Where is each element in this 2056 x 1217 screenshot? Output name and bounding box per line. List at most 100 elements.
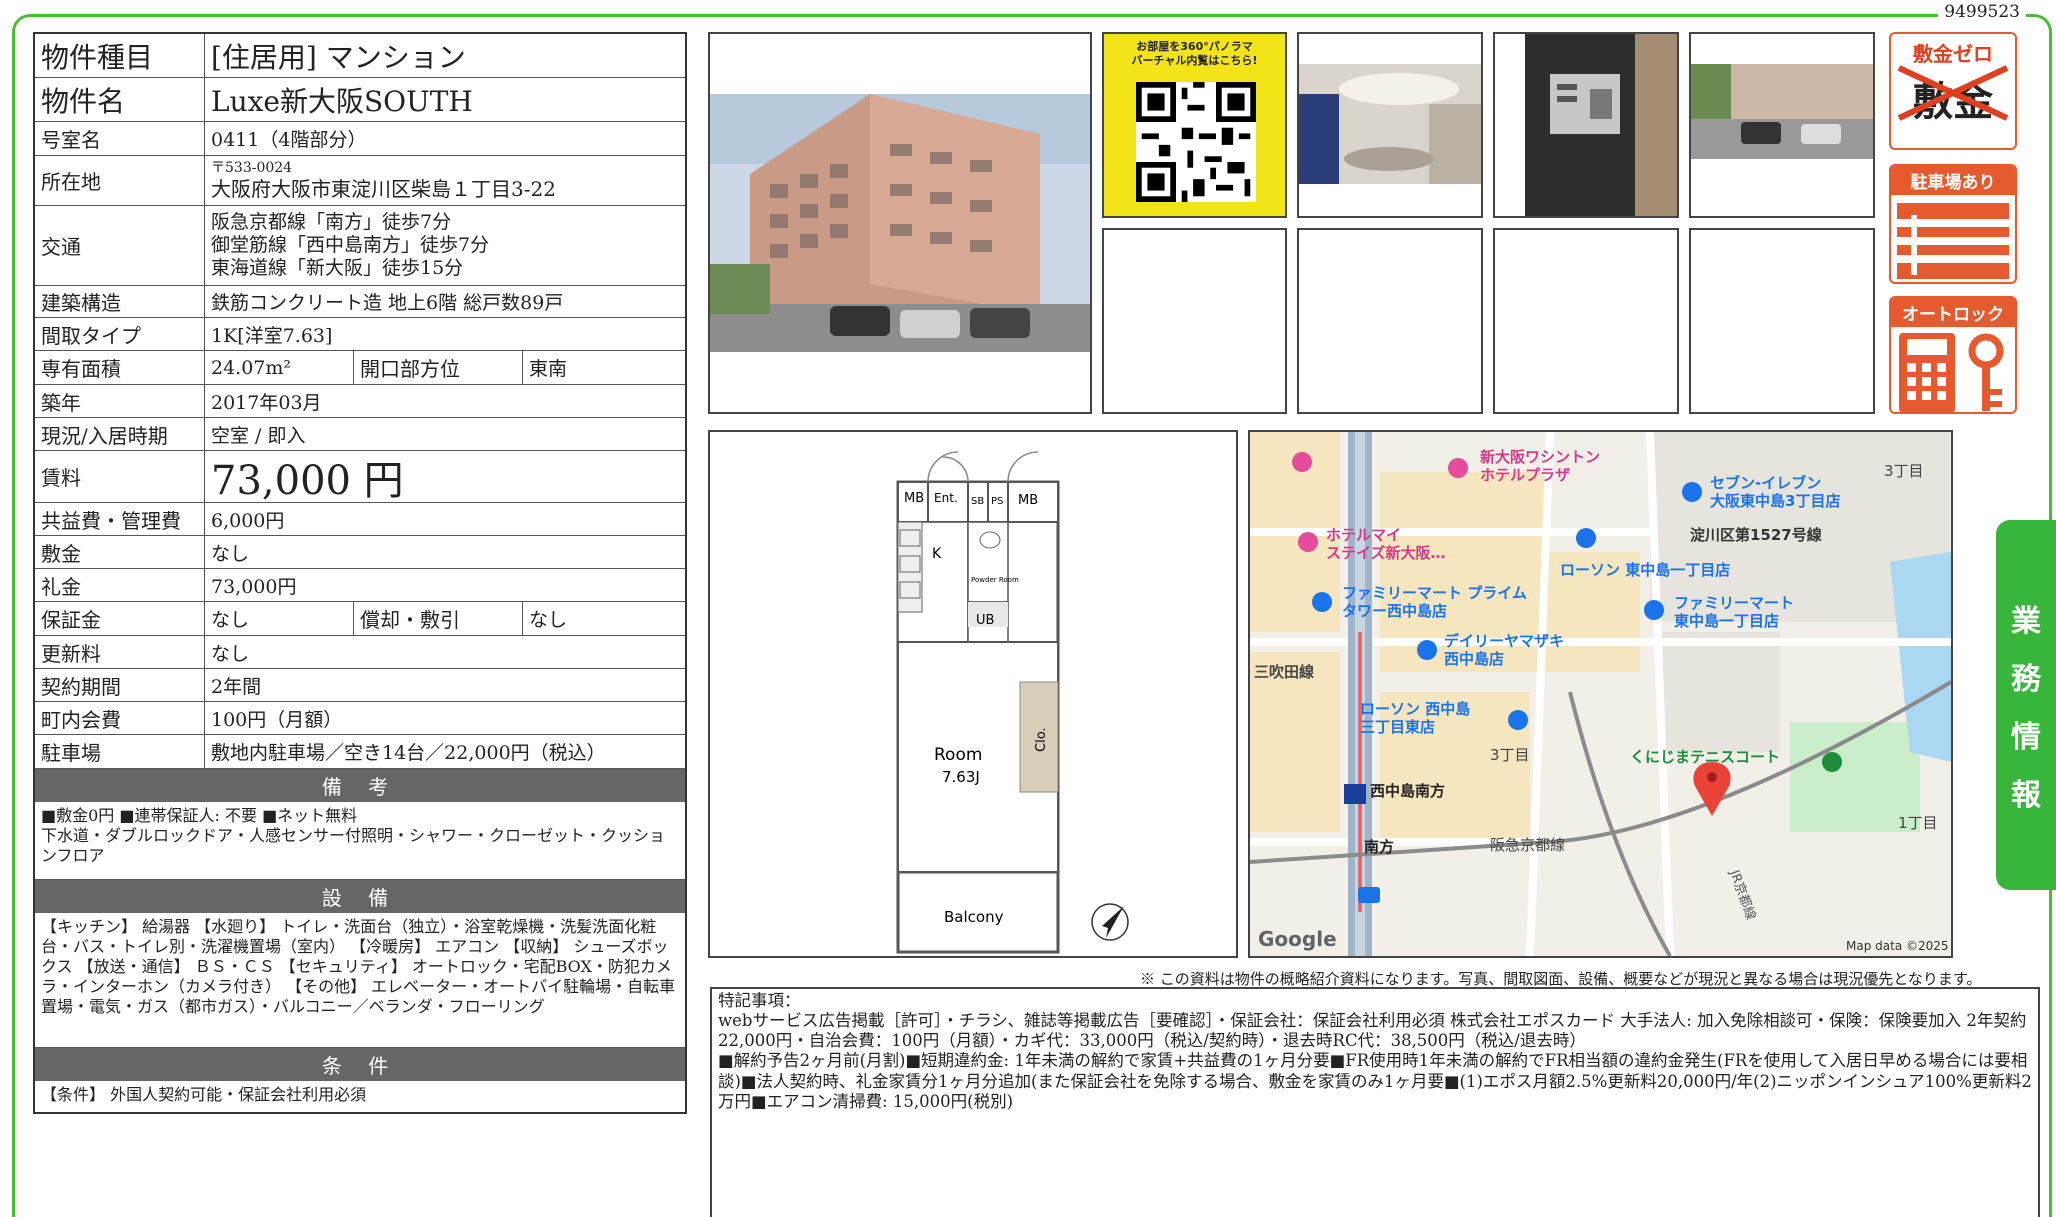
parking-illustration bbox=[1691, 64, 1873, 159]
special-notes-title: 特記事項： bbox=[718, 991, 801, 1010]
value-amortization: なし bbox=[529, 609, 568, 631]
value-name: Luxe新大阪SOUTH bbox=[211, 84, 473, 118]
map-label-hotel2b: ステイズ新大阪… bbox=[1326, 544, 1446, 562]
value-built: 2017年03月 bbox=[211, 391, 322, 414]
map-label-minamikata: 南方 bbox=[1364, 838, 1394, 856]
room-size-label: 7.63J bbox=[942, 768, 980, 786]
row-layout: 間取タイプ 1K[洋室7.63] bbox=[35, 318, 685, 351]
map-label-1chome: 1丁目 bbox=[1898, 814, 1938, 832]
equipment-text: 【キッチン】 給湯器 【水廻り】 トイレ・洗面台（独立）・浴室乾燥機・洗髪洗面化… bbox=[35, 913, 685, 1048]
label-guarantee: 保証金 bbox=[35, 602, 205, 635]
keypad-key-icon bbox=[1899, 333, 2004, 412]
floor-plan[interactable]: MB Ent. SB PS MB K Powder Room UB Clo. R… bbox=[708, 430, 1238, 958]
transport-line: 東海道線「新大阪」徒歩15分 bbox=[211, 256, 464, 279]
value-fee: 6,000円 bbox=[211, 509, 285, 532]
parking-badge-title: 駐車場あり bbox=[1891, 166, 2015, 195]
row-contract: 契約期間 2年間 bbox=[35, 669, 685, 702]
document-id: 9499523 bbox=[1938, 2, 2026, 22]
row-key-money: 礼金 73,000円 bbox=[35, 569, 685, 602]
equipment-heading: 設 備 bbox=[35, 880, 685, 913]
remarks-text: ■敷金0円 ■連帯保証人: 不要 ■ネット無料 下水道・ダブルロックドア・人感セ… bbox=[35, 802, 685, 880]
floor-plan-drawing: MB Ent. SB PS MB K Powder Room UB Clo. R… bbox=[896, 451, 1129, 954]
conditions-heading: 条 件 bbox=[35, 1048, 685, 1081]
exterior-photo[interactable] bbox=[708, 32, 1092, 414]
deposit-crossed-label: 敷金 bbox=[1891, 65, 2015, 127]
parking-available-badge: 駐車場あり bbox=[1889, 164, 2017, 284]
map-label-lawson2b: 三丁目東店 bbox=[1360, 718, 1435, 736]
row-structure: 建築構造 鉄筋コンクリート造 地上6階 総戸数89戸 bbox=[35, 286, 685, 318]
label-area: 専有面積 bbox=[35, 351, 205, 384]
row-type: 物件種目 [住居用] マンション bbox=[35, 34, 685, 78]
transport-line: 阪急京都線「南方」徒歩7分 bbox=[211, 211, 452, 234]
value-layout: 1K[洋室7.63] bbox=[211, 324, 333, 347]
value-rent: 73,000 円 bbox=[211, 457, 404, 504]
row-deposit: 敷金 なし bbox=[35, 536, 685, 569]
value-deposit: なし bbox=[211, 542, 250, 565]
label-structure: 建築構造 bbox=[35, 286, 205, 317]
label-transport: 交通 bbox=[35, 206, 205, 285]
row-transport: 交通 阪急京都線「南方」徒歩7分 御堂筋線「西中島南方」徒歩7分 東海道線「新大… bbox=[35, 206, 685, 286]
map-label-fm1a: ファミリーマート プライム bbox=[1342, 584, 1527, 602]
map-label-fm2a: ファミリーマート bbox=[1674, 594, 1794, 612]
mailbox-photo[interactable] bbox=[1493, 32, 1679, 218]
empty-photo-slot bbox=[1493, 228, 1679, 414]
map-label-fm1b: タワー西中島店 bbox=[1342, 602, 1447, 620]
label-amortization: 償却・敷引 bbox=[353, 602, 523, 635]
parking-photo[interactable] bbox=[1689, 32, 1875, 218]
conditions-text: 【条件】 外国人契約可能・保証会社利用必須 bbox=[41, 1085, 367, 1104]
kitchen-label: K bbox=[932, 546, 942, 562]
label-renewal: 更新料 bbox=[35, 636, 205, 668]
tab-char: 務 bbox=[2011, 662, 2041, 697]
room-label: Room bbox=[934, 745, 982, 765]
label-fee: 共益費・管理費 bbox=[35, 503, 205, 535]
north-arrow-icon bbox=[1091, 903, 1129, 941]
label-layout: 間取タイプ bbox=[35, 318, 205, 350]
value-town-fee: 100円（月額） bbox=[211, 708, 343, 731]
qr-caption-line1: お部屋を360°パノラマ bbox=[1136, 40, 1253, 53]
row-name: 物件名 Luxe新大阪SOUTH bbox=[35, 78, 685, 122]
map-label-lawson1: ローソン 東中島一丁目店 bbox=[1560, 561, 1730, 579]
row-rent: 賃料 73,000 円 bbox=[35, 451, 685, 504]
map-label-3chome: 3丁目 bbox=[1490, 746, 1530, 764]
row-built: 築年 2017年03月 bbox=[35, 385, 685, 418]
map-label-lawson2a: ローソン 西中島 bbox=[1360, 700, 1470, 718]
label-town-fee: 町内会費 bbox=[35, 702, 205, 734]
label-type: 物件種目 bbox=[35, 34, 205, 77]
map-label-fm2b: 東中島一丁目店 bbox=[1674, 612, 1779, 630]
value-opening: 東南 bbox=[529, 358, 568, 380]
value-key-money: 73,000円 bbox=[211, 575, 297, 598]
disclaimer-note: ※ この資料は物件の概略紹介資料になります。写真、間取図面、設備、概要などが現況… bbox=[1140, 970, 1982, 988]
map-copyright: Map data ©2025 bbox=[1846, 939, 1949, 953]
row-town-fee: 町内会費 100円（月額） bbox=[35, 702, 685, 735]
value-address: 〒533-0024 大阪府大阪市東淀川区柴島１丁目3-22 bbox=[205, 156, 685, 205]
label-status: 現況/入居時期 bbox=[35, 418, 205, 450]
qr-code-icon bbox=[1136, 82, 1256, 202]
transport-line: 御堂筋線「西中島南方」徒歩7分 bbox=[211, 234, 490, 257]
sb-label: SB bbox=[971, 496, 984, 507]
mb-label: MB bbox=[1018, 493, 1038, 508]
address-text: 大阪府大阪市東淀川区柴島１丁目3-22 bbox=[211, 176, 556, 201]
mailbox-illustration bbox=[1525, 34, 1677, 216]
map-label-3chome-ne: 3丁目 bbox=[1884, 462, 1924, 480]
google-logo: Google bbox=[1258, 927, 1337, 951]
powder-room-label: Powder Room bbox=[971, 576, 1019, 584]
label-contract: 契約期間 bbox=[35, 669, 205, 701]
label-opening: 開口部方位 bbox=[353, 351, 523, 384]
entrance-photo[interactable] bbox=[1297, 32, 1483, 218]
entrance-label: Ent. bbox=[934, 491, 958, 505]
tab-char: 業 bbox=[2011, 604, 2041, 639]
map-label-hotel1b: ホテルプラザ bbox=[1480, 466, 1570, 484]
panorama-qr-tile[interactable]: お部屋を360°パノラマ バーチャル内覧はこちら! bbox=[1102, 32, 1287, 218]
area-map[interactable]: 新大阪ワシントン ホテルプラザ セブン-イレブン 大阪東中島3丁目店 3丁目 淀… bbox=[1248, 430, 1953, 958]
row-room: 号室名 0411（4階部分） bbox=[35, 122, 685, 156]
unit-bath-label: UB bbox=[976, 613, 994, 628]
map-label-hankyu: 阪急京都線 bbox=[1490, 836, 1565, 854]
special-notes-text: webサービス広告掲載［許可］・チラシ、雑誌等掲載広告［要確認］・保証会社：保証… bbox=[718, 1011, 2032, 1111]
business-info-tab[interactable]: 業 務 情 報 bbox=[1996, 520, 2056, 890]
closet-label: Clo. bbox=[1034, 727, 1049, 752]
label-key-money: 礼金 bbox=[35, 569, 205, 601]
label-built: 築年 bbox=[35, 385, 205, 417]
map-label-hotel2a: ホテルマイ bbox=[1326, 526, 1401, 544]
value-type: [住居用] マンション bbox=[211, 40, 466, 74]
remarks-heading: 備 考 bbox=[35, 769, 685, 802]
